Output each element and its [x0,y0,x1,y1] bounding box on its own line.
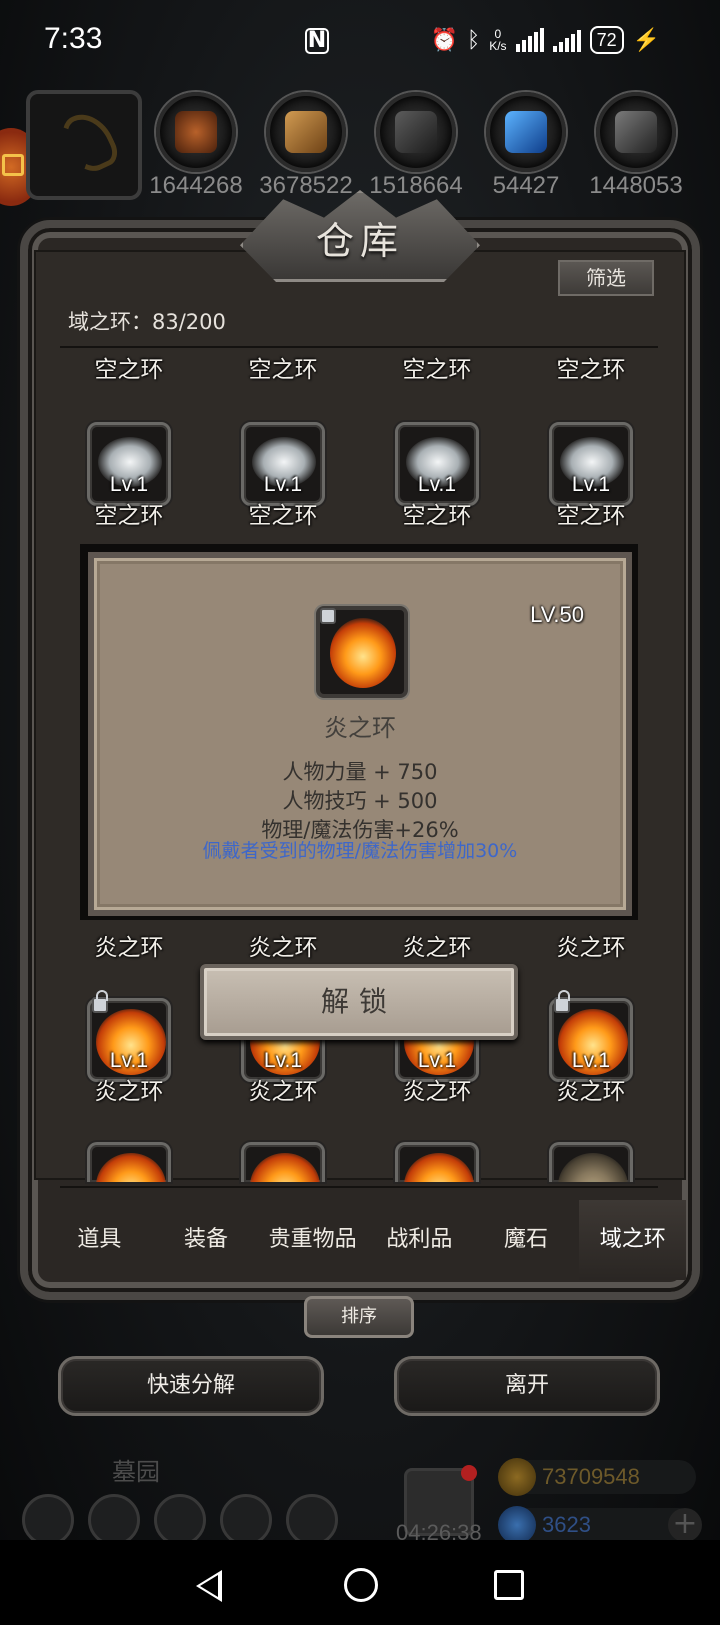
item-effect-note: 佩戴者受到的物理/魔法伤害增加30% [202,840,518,862]
notification-dot [461,1465,477,1481]
tab-equipment[interactable]: 装备 [153,1200,260,1280]
character-icon[interactable] [154,1494,206,1546]
page-title: 仓库 [315,219,404,263]
mail-icon[interactable] [220,1494,272,1546]
back-icon[interactable] [196,1570,222,1602]
item-name: 空之环 [248,357,318,383]
meat-count: 1644268 [149,172,243,199]
tab-domain-ring[interactable]: 域之环 [579,1200,687,1280]
ring-item[interactable] [549,1142,633,1182]
net-speed: 0 K/s [489,27,507,53]
ring-item[interactable]: Lv.1 [549,422,633,506]
item-name: 空之环 [556,503,626,529]
item-name: 炎之环 [94,1079,164,1105]
nfc-icon: N [305,28,329,54]
item-stat: 人物力量 + 750 [282,760,438,784]
battery-icon: 72 [589,26,624,54]
filter-button[interactable]: 筛选 [558,260,654,296]
ring-item[interactable]: Lv.1 [87,990,171,1082]
item-name: 炎之环 [402,935,472,961]
tab-valuables[interactable]: 贵重物品 [259,1200,366,1280]
tab-loot[interactable]: 战利品 [366,1200,473,1280]
add-currency-button[interactable]: + [668,1508,702,1542]
clock: 7:33 [44,22,103,55]
horn-slot[interactable] [26,90,142,200]
game-screen: 7:33 N ⏰ ᛒ 0 K/s 72 ⚡ 1644268 3678522 151… [0,0,720,1625]
lock-icon [554,990,570,1013]
item-name: 空之环 [248,503,318,529]
iron-count: 1448053 [589,172,683,199]
settings-icon[interactable] [22,1494,74,1546]
item-name: 空之环 [94,357,164,383]
shield-icon[interactable] [88,1494,140,1546]
category-tabs: 道具 装备 贵重物品 战利品 魔石 域之环 [46,1200,687,1280]
tab-props[interactable]: 道具 [46,1200,153,1280]
item-name: 空之环 [402,503,472,529]
ring-item[interactable]: Lv.1 [549,990,633,1082]
gem-icon [498,1506,536,1544]
status-bar: 7:33 N ⏰ ᛒ 0 K/s 72 ⚡ [0,0,720,84]
capacity-label: 域之环：83/200 [68,310,226,334]
item-name: 炎之环 [324,714,396,742]
ring-item[interactable] [87,1142,171,1182]
item-stat: 人物技巧 + 500 [282,789,438,813]
item-detail-popup: LV.50 炎之环 人物力量 + 750 人物技巧 + 500 物理/魔法伤害+… [88,552,632,916]
item-name: 炎之环 [94,935,164,961]
item-name: 炎之环 [556,935,626,961]
ring-item[interactable] [241,1142,325,1182]
item-level: LV.50 [530,602,584,627]
recent-apps-icon[interactable] [494,1570,524,1600]
item-name: 空之环 [402,357,472,383]
cell-signal-icon [552,28,581,52]
divider [60,346,658,348]
stone-icon[interactable] [376,92,456,172]
bluetooth-icon: ᛒ [467,27,481,52]
crystal-count: 54427 [492,172,560,199]
item-detail-icon [316,606,408,698]
wood-icon[interactable] [266,92,346,172]
crystal-icon[interactable] [486,92,566,172]
gem-counter: 3623 [498,1506,696,1544]
unlock-button[interactable]: 解锁 [200,964,518,1040]
lock-icon [320,608,336,624]
flame-ring-icon [96,1153,166,1182]
home-icon[interactable] [344,1568,378,1602]
lock-icon [92,990,108,1013]
tab-magic-stone[interactable]: 魔石 [473,1200,580,1280]
flame-ring-icon [330,618,396,688]
item-name: 炎之环 [248,1079,318,1105]
wood-count: 3678522 [259,172,353,199]
horn-icon [55,105,123,179]
item-name: 空之环 [94,503,164,529]
gold-counter: 73709548 [498,1458,696,1496]
quick-decompose-button[interactable]: 快速分解 [58,1356,324,1416]
item-name: 炎之环 [556,1079,626,1105]
area-name: 墓园 [112,1458,160,1486]
alarm-icon: ⏰ [430,27,459,52]
item-name: 空之环 [556,357,626,383]
item-name: 炎之环 [402,1079,472,1105]
dark-ring-icon [558,1153,628,1182]
iron-icon[interactable] [596,92,676,172]
divider [60,1186,658,1188]
leave-button[interactable]: 离开 [394,1356,660,1416]
meat-icon[interactable] [156,92,236,172]
gold-coin-icon [498,1458,536,1496]
ring-item[interactable] [395,1142,479,1182]
charging-icon: ⚡ [632,27,660,52]
status-icons: ⏰ ᛒ 0 K/s 72 ⚡ [431,26,660,54]
wifi-signal-icon [515,28,544,52]
flame-ring-icon [250,1153,320,1182]
item-name: 炎之环 [248,935,318,961]
stone-count: 1518664 [369,172,463,199]
sort-button[interactable]: 排序 [304,1296,414,1338]
system-nav-bar [0,1540,720,1625]
flame-ring-icon [404,1153,474,1182]
cube-icon[interactable] [286,1494,338,1546]
ring-item[interactable]: Lv.1 [87,422,171,506]
ring-item[interactable]: Lv.1 [395,422,479,506]
ring-item[interactable]: Lv.1 [241,422,325,506]
